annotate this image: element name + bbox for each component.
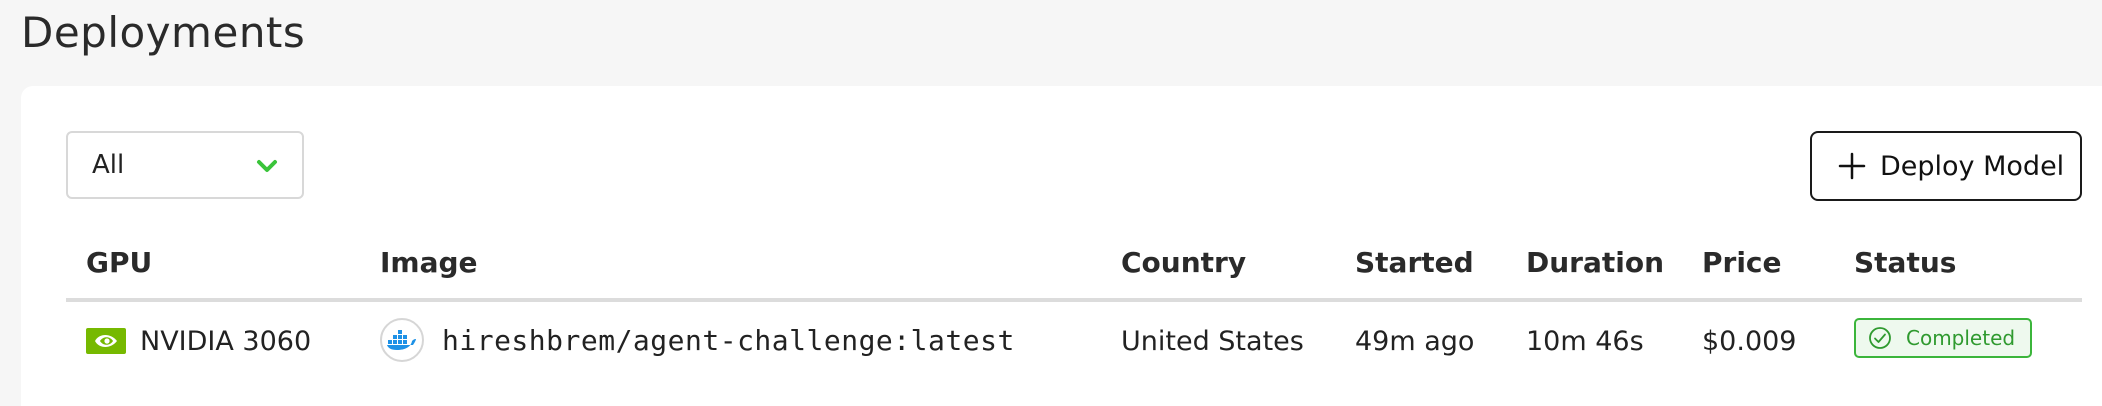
deploy-model-button[interactable]: Deploy Model bbox=[1810, 131, 2082, 201]
column-header-status[interactable]: Status bbox=[1854, 246, 1956, 279]
deployments-table: GPU Image Country Started Duration Price… bbox=[66, 232, 2082, 384]
column-header-duration[interactable]: Duration bbox=[1526, 246, 1664, 279]
row-image: hireshbrem/agent-challenge:latest bbox=[442, 324, 1015, 357]
row-gpu: NVIDIA 3060 bbox=[140, 326, 312, 357]
row-duration: 10m 46s bbox=[1526, 326, 1644, 357]
filter-selected-value: All bbox=[92, 150, 125, 180]
column-header-image[interactable]: Image bbox=[380, 246, 478, 279]
column-header-country[interactable]: Country bbox=[1121, 246, 1246, 279]
row-country: United States bbox=[1121, 326, 1304, 357]
chevron-down-icon bbox=[257, 160, 277, 172]
column-header-price[interactable]: Price bbox=[1702, 246, 1782, 279]
docker-avatar bbox=[380, 318, 424, 362]
status-label: Completed bbox=[1906, 326, 2016, 350]
table-header: GPU Image Country Started Duration Price… bbox=[66, 232, 2082, 302]
check-circle-icon bbox=[1869, 327, 1891, 349]
nvidia-logo-icon bbox=[86, 328, 126, 354]
status-badge: Completed bbox=[1854, 318, 2032, 358]
plus-icon bbox=[1838, 152, 1866, 180]
status-filter-select[interactable]: All bbox=[66, 131, 304, 199]
column-header-gpu[interactable]: GPU bbox=[86, 246, 152, 279]
row-started: 49m ago bbox=[1355, 326, 1475, 357]
row-price: $0.009 bbox=[1702, 326, 1797, 357]
page-title: Deployments bbox=[21, 8, 306, 57]
table-row[interactable]: NVIDIA 3060 hireshbrem/agent-challenge:l… bbox=[66, 302, 2082, 384]
column-header-started[interactable]: Started bbox=[1355, 246, 1474, 279]
docker-icon bbox=[387, 330, 416, 350]
deploy-model-label: Deploy Model bbox=[1880, 150, 2065, 182]
